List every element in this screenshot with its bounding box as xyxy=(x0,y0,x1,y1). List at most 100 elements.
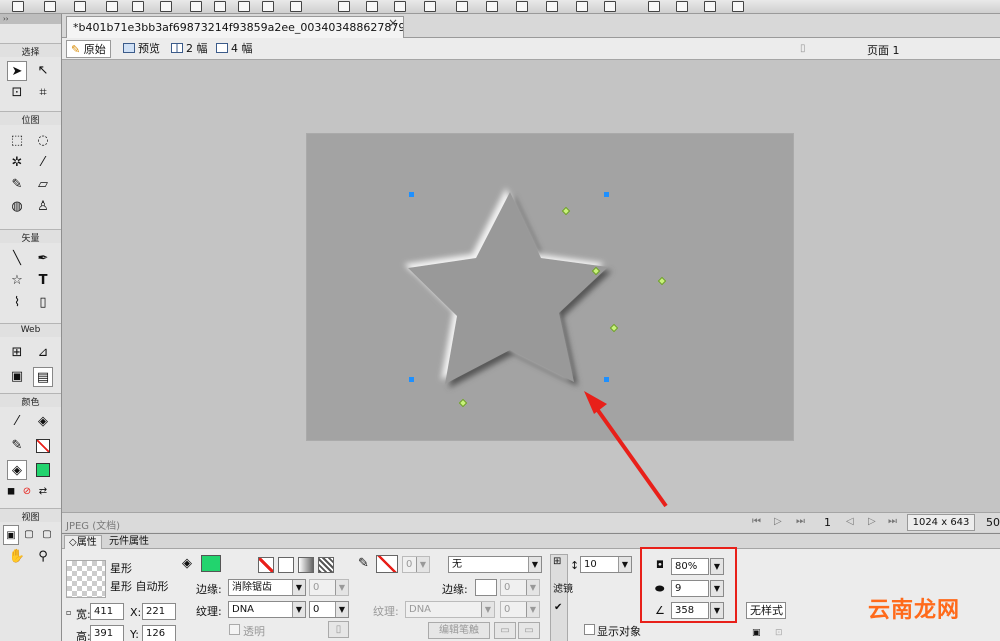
pen-tool-icon[interactable]: ✒ xyxy=(33,249,53,269)
star-shape-tool-icon[interactable]: ☆ xyxy=(7,271,27,291)
lasso-tool-icon[interactable]: ◌ xyxy=(33,131,53,151)
pencil-tool-icon[interactable]: ✎ xyxy=(7,175,27,195)
fill-color-well[interactable] xyxy=(201,555,221,572)
fill-edge-dropdown[interactable]: 消除锯齿 ▼ xyxy=(228,579,306,596)
hide-slices-icon[interactable]: ▣ xyxy=(7,367,27,387)
fill-color-icon[interactable]: ◈ xyxy=(7,460,27,480)
import-icon[interactable] xyxy=(132,1,144,12)
flip-horizontal-icon[interactable] xyxy=(704,1,716,12)
paint-bucket-tool-icon[interactable]: ◈ xyxy=(33,412,53,432)
bring-forward-icon[interactable] xyxy=(486,1,498,12)
align-icon[interactable] xyxy=(576,1,588,12)
paste-icon[interactable] xyxy=(290,1,302,12)
play-icon[interactable]: ▷ xyxy=(774,516,782,527)
blur-tool-icon[interactable]: ◍ xyxy=(7,197,27,217)
knife-tool-icon[interactable]: ▯ xyxy=(33,293,53,313)
fill-gradient-button[interactable] xyxy=(298,557,314,573)
print-icon[interactable] xyxy=(160,1,172,12)
eyedropper-tool-icon[interactable]: ⁄ xyxy=(7,412,27,432)
stamp-tool-icon[interactable]: ♙ xyxy=(33,197,53,217)
fill-pattern-button[interactable] xyxy=(318,557,334,573)
copy-icon[interactable] xyxy=(262,1,274,12)
tab-preview[interactable]: 预览 xyxy=(119,40,164,58)
fill-texture-dropdown[interactable]: DNA ▼ xyxy=(228,601,306,618)
tab-2up[interactable]: 2 幅 xyxy=(167,40,212,58)
fill-texture-amount[interactable]: 0 ▼ xyxy=(309,601,349,618)
group-icon[interactable] xyxy=(338,1,350,12)
texture-preview-button[interactable]: ▯ xyxy=(328,621,349,638)
new-icon[interactable] xyxy=(12,1,24,12)
tab-properties[interactable]: ◇属性 xyxy=(64,535,102,549)
end-frame-icon[interactable]: ⏭ xyxy=(888,516,897,527)
no-color-icon[interactable]: ⊘ xyxy=(20,482,34,502)
send-back-icon[interactable] xyxy=(546,1,558,12)
hand-tool-icon[interactable]: ✋ xyxy=(7,547,27,567)
full-screen-icon[interactable]: ▢ xyxy=(39,525,55,545)
text-tool-icon[interactable]: T xyxy=(33,271,53,291)
send-backward-icon[interactable] xyxy=(516,1,528,12)
ungroup-icon[interactable] xyxy=(366,1,378,12)
brush-tool-icon[interactable]: ⁄ xyxy=(33,153,53,173)
width-field[interactable]: 411 xyxy=(90,603,124,620)
style-dropdown[interactable]: 无样式 xyxy=(746,602,786,619)
line-tool-icon[interactable]: ╲ xyxy=(7,249,27,269)
document-tab[interactable]: *b401b71e3bb3af69873214f93859a2ee_003403… xyxy=(66,16,404,38)
y-field[interactable]: 126 xyxy=(142,625,176,641)
zoom-tool-icon[interactable]: ⚲ xyxy=(33,547,53,567)
scale-tool-icon[interactable]: ⊡ xyxy=(7,83,27,103)
page-label[interactable]: 页面 1 xyxy=(867,42,900,58)
subselect-tool-icon[interactable]: ↖ xyxy=(33,61,53,81)
close-tab-icon[interactable]: × xyxy=(388,16,398,30)
swap-colors-icon[interactable]: ⇄ xyxy=(36,482,50,502)
full-screen-menu-icon[interactable]: ▢ xyxy=(21,525,37,545)
style-menu-icon[interactable]: ▣ xyxy=(752,628,761,638)
transparent-checkbox[interactable] xyxy=(229,624,240,635)
edit-stroke-button[interactable]: 编辑笔触 xyxy=(428,622,490,639)
tab-symbol-properties[interactable]: 元件属性 xyxy=(105,535,153,549)
fill-solid-button[interactable] xyxy=(278,557,294,573)
standard-screen-icon[interactable]: ▣ xyxy=(3,525,19,545)
first-frame-icon[interactable]: ⏮ xyxy=(752,516,761,527)
x-field[interactable]: 221 xyxy=(142,603,176,620)
stroke-fill-over-button[interactable]: ▭ xyxy=(518,622,540,639)
undo-icon[interactable] xyxy=(190,1,202,12)
scan-icon[interactable] xyxy=(74,1,86,12)
split-icon[interactable] xyxy=(424,1,436,12)
marquee-tool-icon[interactable]: ⬚ xyxy=(7,131,27,151)
crop-tool-icon[interactable]: ⌗ xyxy=(33,83,53,103)
style-delete-icon[interactable]: ⊡ xyxy=(775,628,783,638)
default-colors-icon[interactable]: ◼ xyxy=(4,482,18,502)
last-frame-icon[interactable]: ⏭ xyxy=(796,516,805,527)
height-field[interactable]: 391 xyxy=(90,625,124,641)
filter-check-icon[interactable]: ✔ xyxy=(554,602,562,613)
pointer-tool-icon[interactable]: ➤ xyxy=(7,61,27,81)
tab-4up[interactable]: 4 幅 xyxy=(212,40,257,58)
object-name[interactable]: 星形 自动形 xyxy=(110,578,169,594)
show-slices-icon[interactable]: ▤ xyxy=(33,367,53,387)
stroke-position-button[interactable]: ▭ xyxy=(494,622,516,639)
canvas-area[interactable] xyxy=(62,60,1000,512)
stroke-color-icon[interactable]: ✎ xyxy=(7,436,27,456)
combine-icon[interactable] xyxy=(394,1,406,12)
flip-vertical-icon[interactable] xyxy=(732,1,744,12)
fill-none-button[interactable] xyxy=(258,557,274,573)
eraser-tool-icon[interactable]: ▱ xyxy=(33,175,53,195)
rotate-left-icon[interactable] xyxy=(648,1,660,12)
next-frame-icon[interactable]: ▷ xyxy=(868,516,876,527)
slice-tool-icon[interactable]: ⊿ xyxy=(33,343,53,363)
magic-wand-tool-icon[interactable]: ✲ xyxy=(7,153,27,173)
panel-grip[interactable]: ›› xyxy=(0,14,61,24)
rotate-right-icon[interactable] xyxy=(676,1,688,12)
filter-height-dropdown[interactable]: 10 ▼ xyxy=(580,556,632,573)
prev-frame-icon[interactable]: ◁ xyxy=(846,516,854,527)
filters-add-icon[interactable]: ⊞ xyxy=(553,556,561,567)
redo-icon[interactable] xyxy=(214,1,226,12)
stroke-style-dropdown[interactable]: 无 ▼ xyxy=(448,556,542,573)
hotspot-tool-icon[interactable]: ⊞ xyxy=(7,343,27,363)
bring-front-icon[interactable] xyxy=(456,1,468,12)
align-menu-icon[interactable] xyxy=(604,1,616,12)
cut-icon[interactable] xyxy=(238,1,250,12)
canvas-size[interactable]: 1024 x 643 xyxy=(907,514,975,531)
open-icon[interactable] xyxy=(44,1,56,12)
save-icon[interactable] xyxy=(106,1,118,12)
